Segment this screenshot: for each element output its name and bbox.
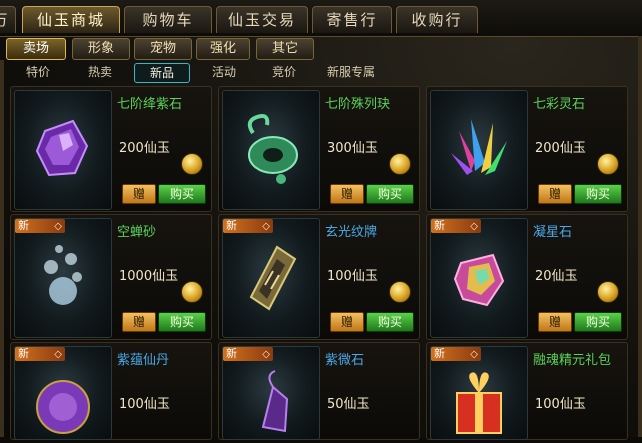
chevron-icon: ◇ xyxy=(470,221,478,232)
new-tag-label: 新 xyxy=(18,219,29,232)
item-price: 300仙玉 xyxy=(327,141,378,156)
gift-button[interactable]: 赠 xyxy=(122,312,156,332)
filter-hot[interactable]: 热卖 xyxy=(80,63,120,81)
item-thumbnail xyxy=(222,90,320,210)
engraved-tablet-icon xyxy=(249,245,297,311)
gift-button[interactable]: 赠 xyxy=(330,184,364,204)
item-thumbnail xyxy=(14,218,112,338)
coin-icon xyxy=(389,153,411,175)
buy-button[interactable]: 购买 xyxy=(366,184,414,204)
new-tag: 新 ◇ xyxy=(15,347,65,361)
filter-event[interactable]: 活动 xyxy=(204,63,244,81)
item-thumbnail xyxy=(430,90,528,210)
purple-gem-icon xyxy=(35,119,89,177)
item-price: 100仙玉 xyxy=(119,397,170,412)
buy-button[interactable]: 购买 xyxy=(158,312,206,332)
gift-button[interactable]: 赠 xyxy=(122,184,156,204)
item-price: 100仙玉 xyxy=(327,269,378,284)
chevron-icon: ◇ xyxy=(262,221,270,232)
coin-icon xyxy=(597,281,619,303)
frame-border-left xyxy=(0,60,4,437)
gift-button[interactable]: 赠 xyxy=(538,184,572,204)
new-tag-label: 新 xyxy=(434,347,445,360)
sub-tab-bar: 卖场 形象 宠物 强化 其它 xyxy=(0,36,642,60)
new-tag: 新 ◇ xyxy=(15,219,65,233)
buy-button[interactable]: 购买 xyxy=(158,184,206,204)
item-card[interactable]: 新 ◇ 凝星石 20仙玉 赠 购买 xyxy=(426,214,628,340)
chevron-icon: ◇ xyxy=(470,349,478,360)
filter-bar: 特价 热卖 新品 活动 竞价 新服专属 xyxy=(0,61,642,83)
new-tag: 新 ◇ xyxy=(223,347,273,361)
item-card[interactable]: 新 ◇ 融魂精元礼包 100仙玉 xyxy=(426,342,628,440)
new-tag-label: 新 xyxy=(434,219,445,232)
new-tag: 新 ◇ xyxy=(431,347,481,361)
coin-icon xyxy=(181,153,203,175)
star-gem-icon xyxy=(453,253,505,307)
item-name: 紫微石 xyxy=(325,353,365,368)
item-name: 空蝉砂 xyxy=(117,225,157,240)
chevron-icon: ◇ xyxy=(262,349,270,360)
item-price: 1000仙玉 xyxy=(119,269,179,284)
new-tag: 新 ◇ xyxy=(431,219,481,233)
tab-jade-mall[interactable]: 仙玉商城 xyxy=(22,6,120,33)
new-tag-label: 新 xyxy=(18,347,29,360)
item-name: 七彩灵石 xyxy=(533,97,586,112)
item-name: 融魂精元礼包 xyxy=(533,353,612,368)
rainbow-crystal-icon xyxy=(451,119,507,175)
chevron-icon: ◇ xyxy=(54,221,62,232)
chevron-icon: ◇ xyxy=(54,349,62,360)
item-card[interactable]: 新 ◇ 紫微石 50仙玉 xyxy=(218,342,420,440)
jade-pendant-icon xyxy=(247,114,298,184)
item-thumbnail xyxy=(430,218,528,338)
item-name: 七阶殊列玦 xyxy=(325,97,391,112)
item-thumbnail xyxy=(222,218,320,338)
subtab-other[interactable]: 其它 xyxy=(256,38,314,60)
new-tag-label: 新 xyxy=(226,219,237,232)
subtab-enhance[interactable]: 强化 xyxy=(196,38,250,60)
subtab-pet[interactable]: 宠物 xyxy=(134,38,192,60)
gift-button[interactable]: 赠 xyxy=(330,312,364,332)
filter-new[interactable]: 新品 xyxy=(134,63,190,83)
subtab-market[interactable]: 卖场 xyxy=(6,38,66,60)
tab-cart[interactable]: 购物车 xyxy=(124,6,212,33)
subtab-appearance[interactable]: 形象 xyxy=(72,38,130,60)
tab-jade-trade[interactable]: 仙玉交易 xyxy=(216,6,308,33)
buy-button[interactable]: 购买 xyxy=(574,184,622,204)
coin-icon xyxy=(597,153,619,175)
frame-border-right xyxy=(638,36,642,437)
buy-button[interactable]: 购买 xyxy=(574,312,622,332)
item-card[interactable]: 七彩灵石 200仙玉 赠 购买 xyxy=(426,86,628,212)
buy-button[interactable]: 购买 xyxy=(366,312,414,332)
item-name: 凝星石 xyxy=(533,225,573,240)
shop-window: 万 仙玉商城 购物车 仙玉交易 寄售行 收购行 卖场 形象 宠物 强化 其它 特… xyxy=(0,0,642,440)
item-thumbnail xyxy=(14,90,112,210)
item-price: 200仙玉 xyxy=(119,141,170,156)
coin-icon xyxy=(181,281,203,303)
tab-consignment[interactable]: 寄售行 xyxy=(312,6,392,33)
item-card[interactable]: 新 ◇ 空蝉砂 1000仙玉 赠 购买 xyxy=(10,214,212,340)
coin-icon xyxy=(389,281,411,303)
item-card[interactable]: 七阶殊列玦 300仙玉 赠 购买 xyxy=(218,86,420,212)
gift-button[interactable]: 赠 xyxy=(538,312,572,332)
tab-purchase[interactable]: 收购行 xyxy=(396,6,478,33)
item-price: 200仙玉 xyxy=(535,141,586,156)
tab-partial[interactable]: 万 xyxy=(0,6,16,33)
filter-new-server[interactable]: 新服专属 xyxy=(316,63,386,81)
new-tag: 新 ◇ xyxy=(223,219,273,233)
item-card[interactable]: 新 ◇ 紫蕴仙丹 100仙玉 xyxy=(10,342,212,440)
item-card[interactable]: 新 ◇ 玄光纹牌 100仙玉 赠 购买 xyxy=(218,214,420,340)
filter-auction[interactable]: 竞价 xyxy=(264,63,304,81)
item-name: 紫蕴仙丹 xyxy=(117,353,170,368)
item-price: 100仙玉 xyxy=(535,397,586,412)
top-tab-bar: 万 仙玉商城 购物车 仙玉交易 寄售行 收购行 xyxy=(0,0,642,37)
sand-bubbles-icon xyxy=(44,245,82,305)
filter-special[interactable]: 特价 xyxy=(18,63,58,81)
item-price: 20仙玉 xyxy=(535,269,578,284)
item-name: 七阶绛紫石 xyxy=(117,97,183,112)
item-card[interactable]: 七阶绛紫石 200仙玉 赠 购买 xyxy=(10,86,212,212)
new-tag-label: 新 xyxy=(226,347,237,360)
item-price: 50仙玉 xyxy=(327,397,370,412)
item-name: 玄光纹牌 xyxy=(325,225,378,240)
